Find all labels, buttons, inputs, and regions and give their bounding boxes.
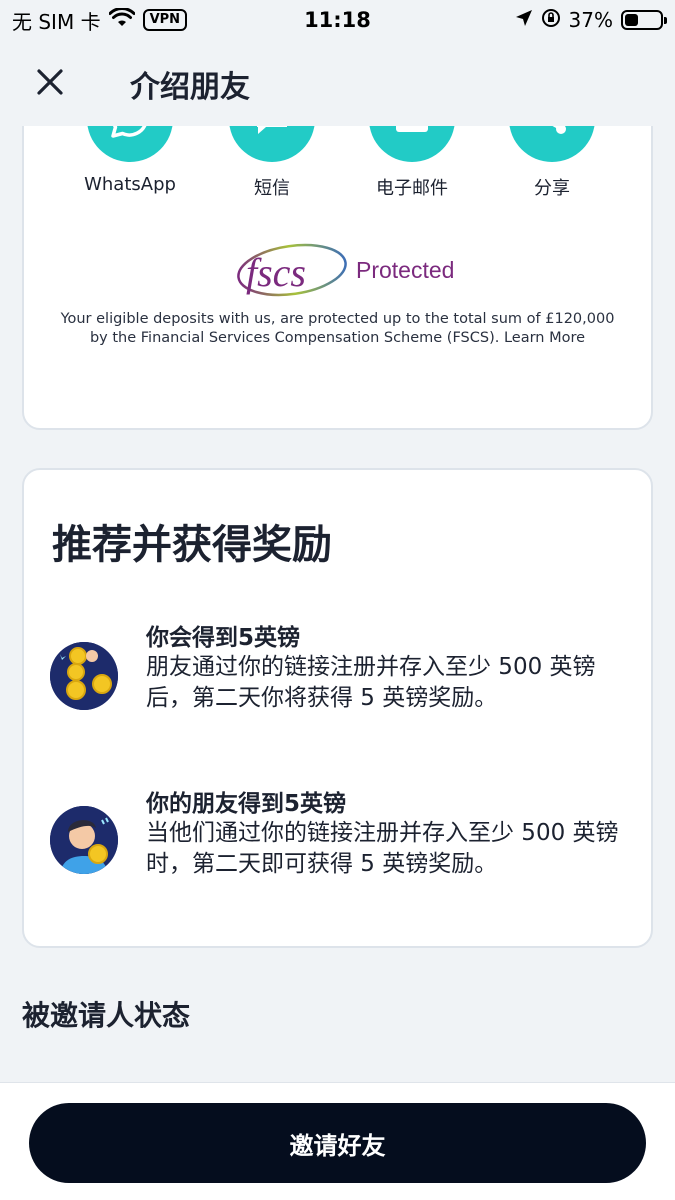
- referral-card: 推荐并获得奖励 你会得到5英镑 朋友通过你的链接注册并存入至少 500 英镑后，…: [22, 468, 653, 948]
- referral-title: 推荐并获得奖励: [52, 522, 332, 568]
- whatsapp-icon: [87, 126, 173, 162]
- share-label-sms: 短信: [254, 178, 290, 199]
- fscs-protected-label: Protected: [356, 257, 454, 283]
- coins-icon: [50, 642, 118, 710]
- share-options: WhatsApp 短信 电子邮件 分享: [24, 126, 651, 208]
- header: 介绍朋友: [0, 44, 675, 124]
- share-icon: [509, 126, 595, 162]
- friend-avatar-icon: [50, 806, 118, 874]
- close-button[interactable]: [20, 54, 80, 114]
- content-scroll[interactable]: WhatsApp 短信 电子邮件 分享 fscs Protected Your …: [0, 126, 675, 1082]
- fscs-disclaimer[interactable]: Your eligible deposits with us, are prot…: [54, 310, 621, 348]
- orientation-lock-icon: [541, 8, 561, 33]
- share-label-share: 分享: [534, 178, 570, 199]
- battery-percent: 37%: [568, 8, 613, 32]
- status-bar: 无 SIM 卡 VPN 11:18 37%: [0, 0, 675, 40]
- reward-you-description: 朋友通过你的链接注册并存入至少 500 英镑后，第二天你将获得 5 英镑奖励。: [146, 654, 596, 711]
- carrier-label: 无 SIM 卡: [12, 9, 101, 34]
- page-title: 介绍朋友: [130, 70, 250, 105]
- share-email-button[interactable]: 电子邮件: [342, 126, 482, 200]
- invite-friends-button[interactable]: 邀请好友: [29, 1103, 646, 1183]
- share-more-button[interactable]: 分享: [482, 126, 622, 200]
- fscs-logo-text: fscs: [246, 250, 306, 295]
- sms-icon: [229, 126, 315, 162]
- email-icon: [369, 126, 455, 162]
- close-icon: [37, 69, 63, 99]
- battery-icon: [621, 10, 667, 30]
- share-card: WhatsApp 短信 电子邮件 分享 fscs Protected Your …: [22, 126, 653, 430]
- location-arrow-icon: [515, 8, 533, 32]
- share-label-whatsapp: WhatsApp: [84, 174, 176, 195]
- share-label-email: 电子邮件: [376, 178, 448, 199]
- fscs-protected-logo[interactable]: fscs Protected: [232, 238, 492, 308]
- invitee-status-title: 被邀请人状态: [22, 999, 191, 1032]
- vpn-badge: VPN: [142, 9, 188, 31]
- wifi-icon: [108, 6, 136, 33]
- reward-you-title: 你会得到5英镑: [146, 625, 301, 651]
- bottom-bar: 邀请好友: [0, 1082, 675, 1200]
- reward-friend-description: 当他们通过你的链接注册并存入至少 500 英镑时，第二天即可获得 5 英镑奖励。: [146, 820, 619, 877]
- share-whatsapp-button[interactable]: WhatsApp: [60, 126, 200, 195]
- share-sms-button[interactable]: 短信: [202, 126, 342, 200]
- reward-friend-title: 你的朋友得到5英镑: [146, 791, 347, 817]
